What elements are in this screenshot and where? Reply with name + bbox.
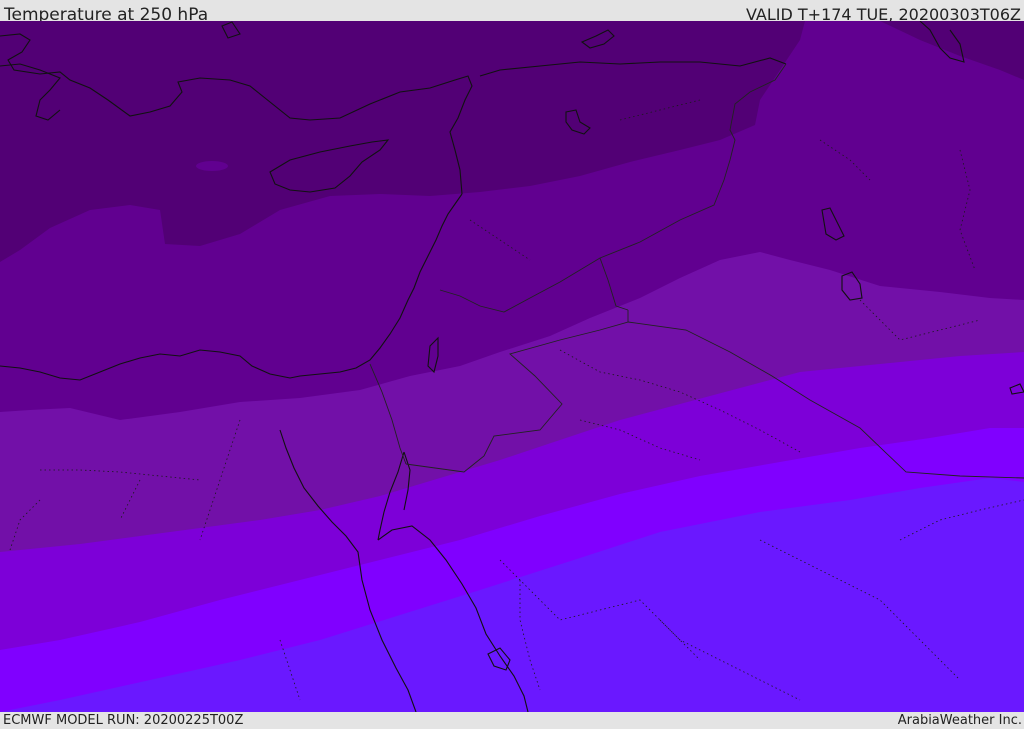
brand-label: ArabiaWeather Inc. xyxy=(897,713,1022,728)
map-canvas xyxy=(0,21,1024,712)
temperature-map[interactable] xyxy=(0,21,1024,712)
footer-bar: ECMWF MODEL RUN: 20200225T00Z ArabiaWeat… xyxy=(0,712,1024,729)
weather-map-page: Temperature at 250 hPa VALID T+174 TUE, … xyxy=(0,0,1024,729)
model-run-label: ECMWF MODEL RUN: 20200225T00Z xyxy=(3,713,244,728)
header-bar: Temperature at 250 hPa VALID T+174 TUE, … xyxy=(0,0,1024,25)
cold-pocket xyxy=(196,161,228,171)
